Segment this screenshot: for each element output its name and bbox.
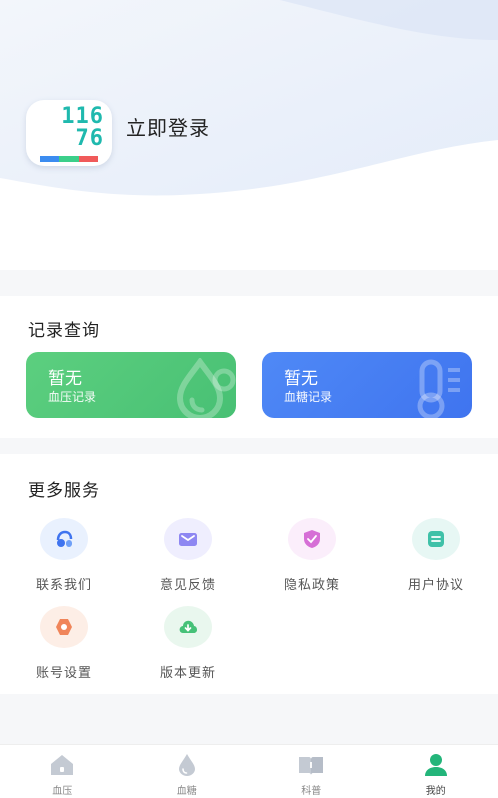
tab-mine-label: 我的 [425,786,446,797]
bs-record-label: 血糖记录 [284,390,333,404]
privacy-policy-label: 隐私政策 [283,578,340,593]
bp-record-value: 暂无 [48,369,82,389]
avatar-reading-bottom: 76 [75,126,104,151]
thermometer-icon [417,359,460,418]
tab-blood-pressure-label: 血压 [52,786,73,797]
avatar[interactable]: 116 76 [26,100,112,166]
feedback-label: 意见反馈 [159,578,216,593]
user-icon [424,754,447,776]
contact-us-item[interactable]: 联系我们 [8,518,118,598]
login-link[interactable]: 立即登录 [126,112,210,141]
services-section: 更多服务 联系我们 意见反馈 隐私政策 用户协议 账号设置 版本更新 [0,454,498,694]
version-update-item[interactable]: 版本更新 [132,606,242,686]
user-agreement-item[interactable]: 用户协议 [380,518,490,598]
tab-blood-sugar-label: 血糖 [176,786,197,797]
tab-science[interactable]: 科普 [249,745,374,798]
tab-science-label: 科普 [301,786,322,797]
bs-record-card[interactable]: 暂无 血糖记录 [262,352,472,418]
tab-blood-pressure[interactable]: 血压 [0,745,125,798]
account-settings-item[interactable]: 账号设置 [8,606,118,686]
privacy-policy-item[interactable]: 隐私政策 [256,518,366,598]
document-icon [412,518,460,560]
avatar-reading-top: 116 [61,104,104,129]
shield-icon [288,518,336,560]
bottom-tab-bar: 血压 血糖 科普 我的 [0,744,498,798]
feedback-item[interactable]: 意见反馈 [132,518,242,598]
avatar-bp-display: 116 76 [34,106,104,152]
mail-icon [164,518,212,560]
tab-mine[interactable]: 我的 [374,745,498,798]
gear-icon [40,606,88,648]
home-icon [51,755,74,775]
version-update-label: 版本更新 [159,666,216,681]
drop-icon [178,754,195,776]
bp-record-card[interactable]: 暂无 血压记录 [26,352,236,418]
records-title: 记录查询 [28,321,100,341]
avatar-color-bar [40,156,98,162]
book-icon [299,757,324,775]
bp-record-label: 血压记录 [48,390,97,404]
profile-header: 116 76 立即登录 [0,0,498,270]
services-title: 更多服务 [28,481,100,501]
account-settings-label: 账号设置 [35,666,92,681]
user-agreement-label: 用户协议 [407,578,464,593]
droplet-icon [176,358,236,418]
records-section: 记录查询 暂无 血压记录 暂无 血糖记录 [0,296,498,438]
bs-record-value: 暂无 [284,369,318,389]
tab-blood-sugar[interactable]: 血糖 [125,745,250,798]
contact-us-label: 联系我们 [35,578,92,593]
cloud-download-icon [164,606,212,648]
headset-icon [40,518,88,560]
